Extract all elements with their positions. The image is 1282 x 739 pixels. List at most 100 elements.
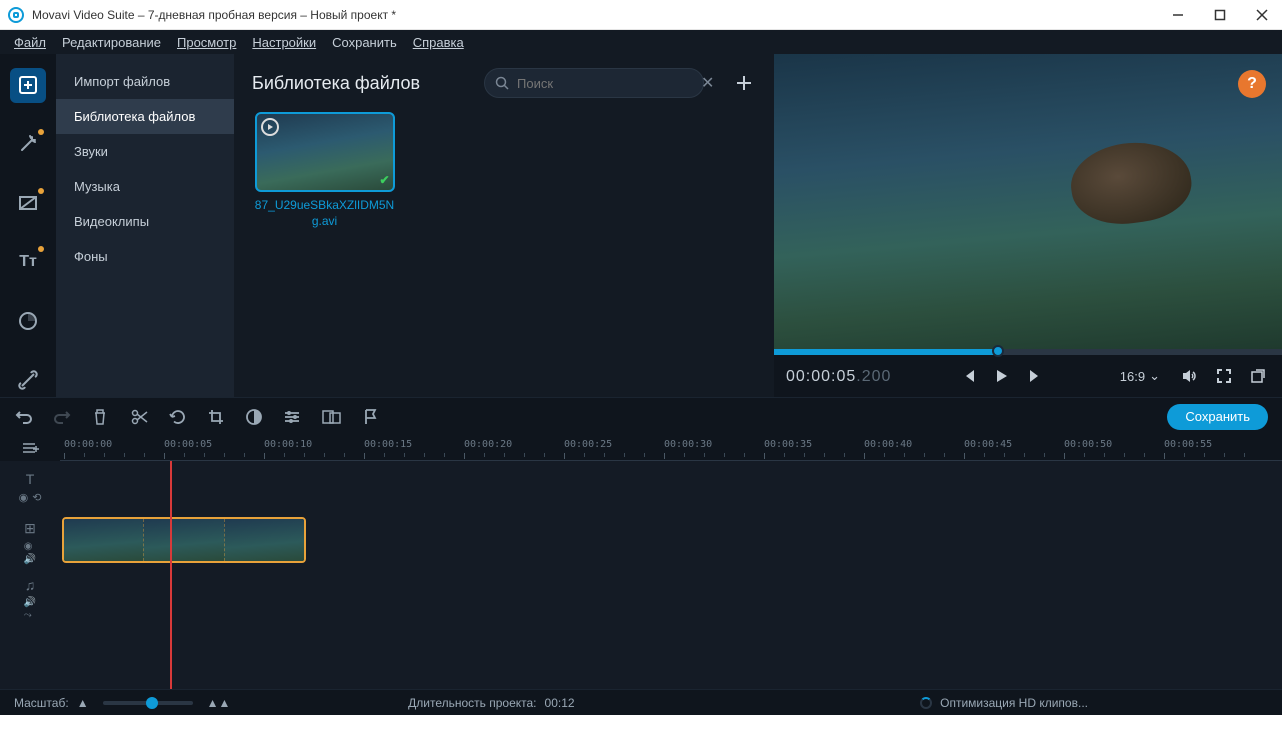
- detach-button[interactable]: [1246, 364, 1270, 388]
- ruler-tick: 00:00:55: [1164, 439, 1212, 450]
- delete-button[interactable]: [90, 407, 110, 427]
- library-panel: Библиотека файлов ✕ ✔ 87_U29ueSBkaXZlIDM…: [234, 54, 774, 397]
- link-icon[interactable]: ⟲: [32, 491, 41, 504]
- window-titlebar: Movavi Video Suite – 7-дневная пробная в…: [0, 0, 1282, 30]
- timeline-clip[interactable]: [62, 517, 306, 563]
- timeline-toolbar: Сохранить: [0, 397, 1282, 435]
- menu-edit[interactable]: Редактирование: [62, 35, 161, 50]
- zoom-handle[interactable]: [146, 697, 158, 709]
- duration-label: Длительность проекта:: [408, 696, 536, 710]
- ruler-tick: 00:00:15: [364, 439, 412, 450]
- redo-button[interactable]: [52, 407, 72, 427]
- audio-track[interactable]: ♫ 🔊 ⤳: [0, 579, 1282, 619]
- side-item-videoclips[interactable]: Видеоклипы: [56, 204, 234, 239]
- spinner-icon: [920, 697, 932, 709]
- marker-button[interactable]: [360, 407, 380, 427]
- video-track[interactable]: ⊞ ◉ 🔊: [0, 517, 1282, 567]
- properties-button[interactable]: [282, 407, 302, 427]
- tool-rail: Tᴛ: [0, 54, 56, 397]
- search-box[interactable]: ✕: [484, 68, 704, 98]
- plus-icon: [736, 75, 752, 91]
- side-item-music[interactable]: Музыка: [56, 169, 234, 204]
- search-input[interactable]: [517, 76, 693, 91]
- mute-button[interactable]: [1178, 364, 1202, 388]
- side-panel: Импорт файлов Библиотека файлов Звуки Му…: [56, 54, 234, 397]
- sticker-icon: [18, 311, 38, 331]
- status-bar: Масштаб: ▲ ▲▲ Длительность проекта: 00:1…: [0, 689, 1282, 715]
- minimize-button[interactable]: [1166, 3, 1190, 27]
- visibility-icon[interactable]: ◉: [24, 541, 36, 552]
- crop-button[interactable]: [206, 407, 226, 427]
- fx-icon[interactable]: ⤳: [24, 610, 36, 621]
- next-frame-button[interactable]: [1024, 364, 1048, 388]
- audio-icon[interactable]: 🔊: [24, 597, 36, 608]
- ruler-tick: 00:00:05: [164, 439, 212, 450]
- fullscreen-button[interactable]: [1212, 364, 1236, 388]
- menu-file[interactable]: Файл: [14, 35, 46, 50]
- rail-stickers-button[interactable]: [10, 303, 46, 338]
- timeline-tracks: T ◉ ⟲ ⊞ ◉ 🔊 ♫ 🔊 ⤳: [0, 461, 1282, 689]
- ruler-tick: 00:00:40: [864, 439, 912, 450]
- zoom-slider[interactable]: [103, 701, 193, 705]
- ruler-tick: 00:00:25: [564, 439, 612, 450]
- titles-track[interactable]: T ◉ ⟲: [0, 467, 1282, 507]
- rotate-button[interactable]: [168, 407, 188, 427]
- music-track-icon: ♫: [25, 577, 36, 593]
- clear-search-icon[interactable]: ✕: [701, 73, 714, 93]
- side-item-import[interactable]: Импорт файлов: [56, 64, 234, 99]
- rail-import-button[interactable]: [10, 68, 46, 103]
- preview-viewport[interactable]: ?: [774, 54, 1282, 349]
- clip-thumbnail[interactable]: ✔: [255, 112, 395, 192]
- menu-settings[interactable]: Настройки: [252, 35, 316, 50]
- zoom-label: Масштаб:: [14, 696, 69, 710]
- side-item-sounds[interactable]: Звуки: [56, 134, 234, 169]
- add-files-button[interactable]: [732, 71, 756, 95]
- ruler-tick: 00:00:50: [1064, 439, 1112, 450]
- side-item-backgrounds[interactable]: Фоны: [56, 239, 234, 274]
- chevron-down-icon: ⌄: [1149, 368, 1160, 384]
- menu-save[interactable]: Сохранить: [332, 35, 397, 50]
- tools-icon: [18, 370, 38, 390]
- ruler-tick: 00:00:45: [964, 439, 1012, 450]
- transitions-icon: [18, 193, 38, 213]
- aspect-ratio-select[interactable]: 16:9⌄: [1120, 368, 1160, 384]
- menu-help[interactable]: Справка: [413, 35, 464, 50]
- rail-filters-button[interactable]: [10, 127, 46, 162]
- side-item-library[interactable]: Библиотека файлов: [56, 99, 234, 134]
- clip-filename: 87_U29ueSBkaXZlIDM5Ng.avi: [252, 198, 397, 229]
- zoom-in-icon[interactable]: ▲▲: [207, 696, 231, 710]
- menu-view[interactable]: Просмотр: [177, 35, 236, 50]
- wand-icon: [18, 134, 38, 154]
- text-track-icon: T: [26, 471, 35, 487]
- menu-bar: Файл Редактирование Просмотр Настройки С…: [0, 30, 1282, 54]
- transition-wizard-button[interactable]: [322, 407, 342, 427]
- titles-icon: Tᴛ: [19, 253, 37, 271]
- prev-frame-button[interactable]: [956, 364, 980, 388]
- color-button[interactable]: [244, 407, 264, 427]
- help-button[interactable]: ?: [1238, 70, 1266, 98]
- undo-button[interactable]: [14, 407, 34, 427]
- close-button[interactable]: [1250, 3, 1274, 27]
- time-ruler[interactable]: 00:00:0000:00:0500:00:1000:00:1500:00:20…: [60, 435, 1282, 461]
- preview-panel: ? 00:00:05.200 16:9⌄: [774, 54, 1282, 397]
- rail-transitions-button[interactable]: [10, 186, 46, 221]
- split-button[interactable]: [130, 407, 150, 427]
- audio-icon[interactable]: 🔊: [24, 554, 36, 565]
- app-icon: [8, 7, 24, 23]
- add-track-icon: [21, 441, 39, 455]
- optimize-status: Оптимизация HD клипов...: [940, 696, 1088, 710]
- used-check-icon: ✔: [379, 173, 389, 187]
- add-track-button[interactable]: [0, 435, 60, 461]
- zoom-out-icon[interactable]: ▲: [77, 696, 89, 710]
- preview-scrubber[interactable]: [774, 349, 1282, 355]
- rail-more-button[interactable]: [10, 362, 46, 397]
- save-button[interactable]: Сохранить: [1167, 404, 1268, 430]
- maximize-button[interactable]: [1208, 3, 1232, 27]
- rail-titles-button[interactable]: Tᴛ: [10, 244, 46, 279]
- ruler-tick: 00:00:35: [764, 439, 812, 450]
- scrubber-handle[interactable]: [992, 345, 1004, 357]
- visibility-icon[interactable]: ◉: [19, 491, 29, 504]
- library-clip[interactable]: ✔ 87_U29ueSBkaXZlIDM5Ng.avi: [252, 112, 397, 229]
- library-title: Библиотека файлов: [252, 73, 420, 94]
- play-button[interactable]: [990, 364, 1014, 388]
